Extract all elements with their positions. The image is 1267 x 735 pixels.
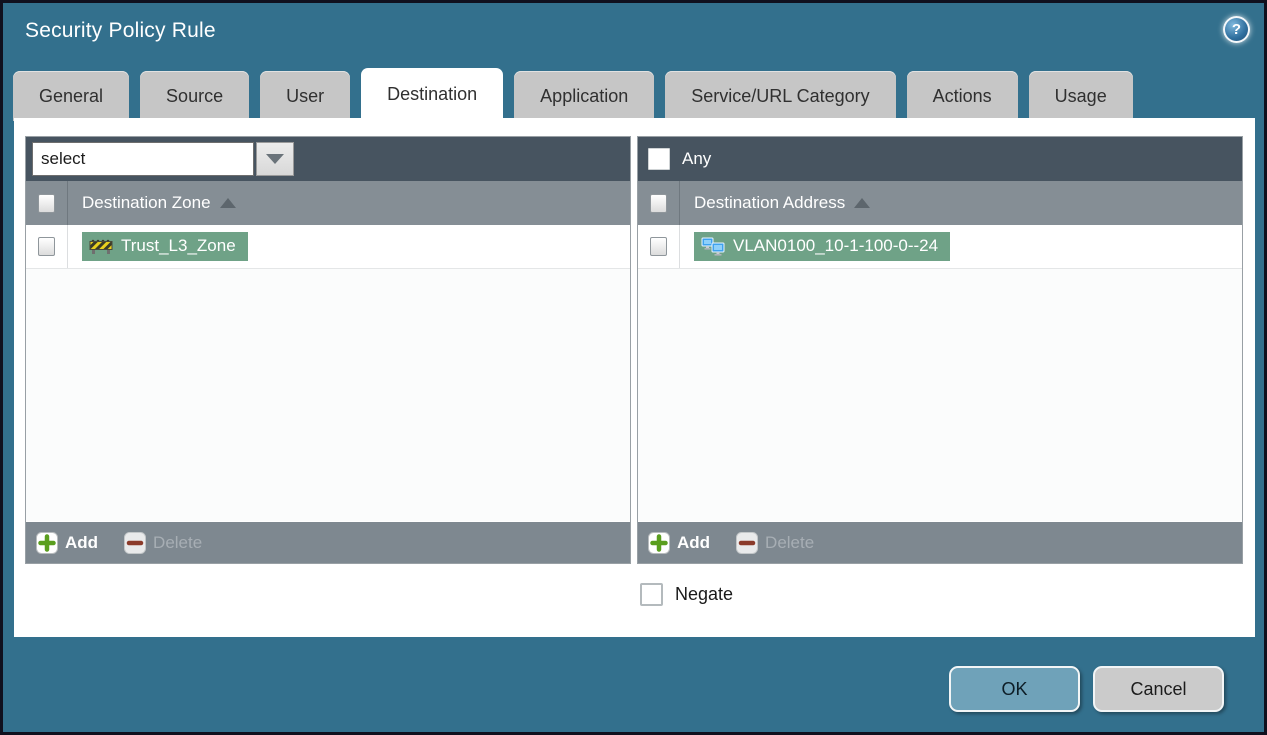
zone-column-header[interactable]: Destination Zone bbox=[82, 193, 211, 213]
tab-bar: General Source User Destination Applicat… bbox=[13, 68, 1133, 121]
address-row-checkbox[interactable] bbox=[650, 237, 667, 256]
zone-list: Trust_L3_Zone bbox=[26, 225, 630, 521]
zone-filter-select[interactable]: select bbox=[32, 142, 254, 176]
zone-actions-bar: Add Delete bbox=[26, 521, 630, 563]
negate-row: Negate bbox=[640, 583, 733, 606]
tab-usage[interactable]: Usage bbox=[1028, 71, 1133, 121]
plus-icon bbox=[648, 531, 670, 554]
address-add-label: Add bbox=[677, 532, 711, 552]
destination-tab-content: select Destination Zone Trust_L3_Zone Ad… bbox=[14, 118, 1255, 637]
zone-select-all-checkbox[interactable] bbox=[38, 193, 55, 213]
zone-delete-button[interactable]: Delete bbox=[124, 531, 203, 554]
zone-row: Trust_L3_Zone bbox=[26, 225, 630, 269]
address-list: VLAN0100_10-1-100-0--24 bbox=[638, 225, 1242, 521]
ok-button[interactable]: OK bbox=[949, 666, 1080, 712]
cancel-button[interactable]: Cancel bbox=[1093, 666, 1224, 712]
security-policy-rule-dialog: Security Policy Rule ? General Source Us… bbox=[0, 0, 1267, 735]
destination-address-panel: Any Destination Address VLAN0100_10-1-10… bbox=[637, 136, 1243, 564]
address-select-all-checkbox[interactable] bbox=[650, 193, 667, 213]
minus-icon bbox=[736, 531, 759, 554]
zone-add-label: Add bbox=[65, 532, 99, 552]
address-delete-label: Delete bbox=[765, 532, 815, 552]
help-icon[interactable]: ? bbox=[1223, 16, 1250, 43]
tab-service-url-category[interactable]: Service/URL Category bbox=[665, 71, 896, 121]
any-label: Any bbox=[682, 149, 712, 168]
zone-filter-dropdown-button[interactable] bbox=[256, 142, 294, 176]
address-row-label: VLAN0100_10-1-100-0--24 bbox=[733, 236, 939, 255]
zone-chip[interactable]: Trust_L3_Zone bbox=[82, 232, 248, 261]
chevron-down-icon bbox=[266, 154, 284, 164]
sort-asc-icon[interactable] bbox=[219, 198, 236, 208]
tab-destination[interactable]: Destination bbox=[361, 68, 504, 121]
dialog-footer: OK Cancel bbox=[3, 637, 1264, 732]
address-icon bbox=[701, 237, 725, 256]
address-delete-button[interactable]: Delete bbox=[736, 531, 815, 554]
zone-add-button[interactable]: Add bbox=[36, 531, 99, 554]
zone-table-header: Destination Zone bbox=[26, 181, 630, 225]
zone-row-checkbox[interactable] bbox=[38, 237, 55, 256]
negate-checkbox[interactable] bbox=[640, 583, 663, 606]
zone-filter-bar: select bbox=[26, 137, 630, 181]
zone-icon bbox=[89, 239, 113, 254]
zone-row-label: Trust_L3_Zone bbox=[121, 236, 236, 255]
any-checkbox[interactable] bbox=[648, 148, 670, 170]
tab-actions[interactable]: Actions bbox=[906, 71, 1018, 121]
sort-asc-icon[interactable] bbox=[854, 198, 871, 208]
zone-delete-label: Delete bbox=[153, 532, 203, 552]
tab-user[interactable]: User bbox=[260, 71, 351, 121]
tab-source[interactable]: Source bbox=[140, 71, 250, 121]
plus-icon bbox=[36, 531, 58, 554]
address-row: VLAN0100_10-1-100-0--24 bbox=[638, 225, 1242, 269]
negate-label: Negate bbox=[675, 584, 734, 604]
address-add-button[interactable]: Add bbox=[648, 531, 711, 554]
destination-zone-panel: select Destination Zone Trust_L3_Zone Ad… bbox=[25, 136, 631, 564]
any-bar: Any bbox=[638, 137, 1242, 181]
minus-icon bbox=[124, 531, 147, 554]
address-chip[interactable]: VLAN0100_10-1-100-0--24 bbox=[694, 232, 951, 261]
address-table-header: Destination Address bbox=[638, 181, 1242, 225]
address-column-header[interactable]: Destination Address bbox=[694, 193, 845, 213]
tab-general[interactable]: General bbox=[13, 71, 130, 121]
tab-application[interactable]: Application bbox=[514, 71, 655, 121]
page-title: Security Policy Rule bbox=[25, 19, 216, 42]
address-actions-bar: Add Delete bbox=[638, 521, 1242, 563]
